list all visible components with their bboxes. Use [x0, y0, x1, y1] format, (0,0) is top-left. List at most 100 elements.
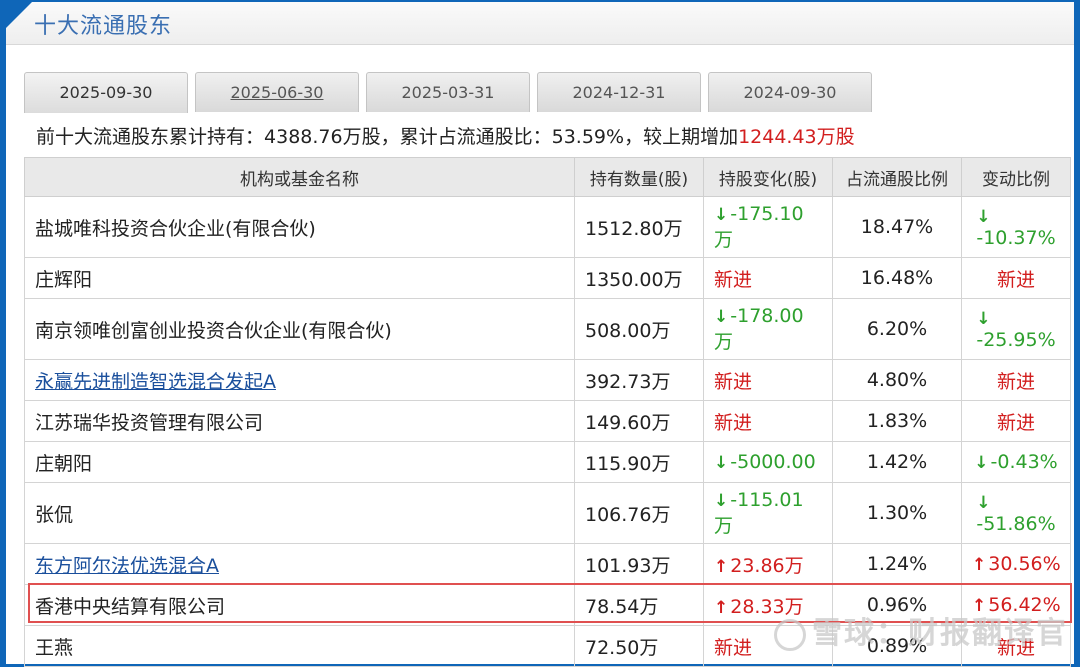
arrow-up-icon: ↑ — [714, 556, 729, 577]
ratio-value: -0.43% — [990, 451, 1058, 473]
cell-change-ratio: ↓ -25.95% — [961, 298, 1071, 360]
header-change: 持股变化(股) — [703, 157, 833, 197]
arrow-down-icon: ↓ — [976, 493, 991, 513]
ratio-value: 新进 — [996, 268, 1035, 291]
table-row: 东方阿尔法优选混合A 101.93万 ↑ 23.86万 1.24% ↑ 30.56% — [24, 543, 1071, 585]
cell-change: ↓ -5000.00 — [703, 441, 833, 483]
arrow-up-icon: ↑ — [714, 597, 729, 618]
holder-name: 王燕 — [35, 636, 74, 659]
cell-holder-name: 南京领唯创富创业投资合伙企业(有限合伙) — [24, 298, 575, 360]
cell-float-pct: 6.20% — [832, 298, 962, 360]
cell-change: ↑ 28.33万 — [703, 584, 833, 626]
title-bar: 十大流通股东 — [6, 2, 1074, 45]
ratio-wrap: ↑ 30.56% — [972, 553, 1061, 575]
ratio-wrap: 新进 — [997, 633, 1035, 660]
tab-2025-06-30[interactable]: 2025-06-30 — [195, 72, 359, 112]
cell-float-pct: 1.83% — [832, 400, 962, 442]
table-row: 王燕 72.50万 新进 0.89% 新进 — [24, 625, 1071, 667]
cell-change-ratio: 新进 — [961, 359, 1071, 401]
summary-change-label: ，较上期增加 — [624, 126, 739, 148]
change-value: 28.33万 — [730, 595, 804, 618]
cell-float-pct: 1.24% — [832, 543, 962, 585]
ratio-wrap: 新进 — [997, 408, 1035, 435]
cell-change: ↓ -115.01万 — [703, 482, 833, 544]
summary-ratio-label: ，累计占流通股比： — [380, 126, 552, 148]
ratio-wrap: ↓ -25.95% — [976, 307, 1055, 351]
ratio-value: 新进 — [996, 636, 1035, 659]
cell-change: 新进 — [703, 400, 833, 442]
ratio-value: 30.56% — [988, 553, 1061, 575]
holder-name: 庄辉阳 — [35, 268, 93, 291]
arrow-down-icon: ↓ — [714, 306, 729, 327]
table-row: 庄朝阳 115.90万 ↓ -5000.00 1.42% ↓ -0.43% — [24, 441, 1071, 483]
cell-change: 新进 — [703, 359, 833, 401]
change-value: -5000.00 — [730, 451, 816, 473]
ratio-wrap: ↓ -10.37% — [976, 205, 1055, 249]
holder-name-link[interactable]: 东方阿尔法优选混合A — [35, 555, 219, 577]
ratio-wrap: 新进 — [997, 367, 1035, 394]
cell-change-ratio: 新进 — [961, 257, 1071, 299]
cell-quantity: 115.90万 — [574, 441, 704, 483]
ratio-wrap: ↓ -0.43% — [974, 451, 1057, 473]
cell-holder-name: 盐城唯科投资合伙企业(有限合伙) — [24, 196, 575, 258]
cell-change: ↓ -175.10万 — [703, 196, 833, 258]
summary-ratio-value: 53.59% — [551, 126, 625, 148]
header-ratio: 变动比例 — [961, 157, 1071, 197]
change-value: 新进 — [714, 411, 753, 434]
cell-change-ratio: ↓ -51.86% — [961, 482, 1071, 544]
cell-float-pct: 16.48% — [832, 257, 962, 299]
cell-holder-name[interactable]: 永赢先进制造智选混合发起A — [24, 359, 575, 401]
ratio-value: -25.95% — [976, 329, 1056, 351]
summary-total-holding: 4388.76万股 — [264, 126, 381, 148]
header-name: 机构或基金名称 — [24, 157, 575, 197]
cell-float-pct: 0.89% — [832, 625, 962, 667]
table-row: 香港中央结算有限公司 78.54万 ↑ 28.33万 0.96% ↑ 56.42% — [24, 584, 1071, 626]
cell-quantity: 106.76万 — [574, 482, 704, 544]
arrow-up-icon: ↑ — [972, 555, 987, 575]
table-row: 永赢先进制造智选混合发起A 392.73万 新进 4.80% 新进 — [24, 359, 1071, 401]
tab-2025-09-30[interactable]: 2025-09-30 — [24, 72, 188, 113]
cell-holder-name: 江苏瑞华投资管理有限公司 — [24, 400, 575, 442]
cell-quantity: 149.60万 — [574, 400, 704, 442]
cell-holder-name: 香港中央结算有限公司 — [24, 584, 575, 626]
cell-quantity: 1350.00万 — [574, 257, 704, 299]
change-value: 新进 — [714, 370, 753, 393]
change-value: 新进 — [714, 268, 753, 291]
holder-name-link[interactable]: 永赢先进制造智选混合发起A — [35, 371, 276, 393]
ratio-value: 新进 — [996, 411, 1035, 434]
ratio-wrap: 新进 — [997, 265, 1035, 292]
holder-name: 张侃 — [35, 503, 74, 526]
cell-float-pct: 0.96% — [832, 584, 962, 626]
arrow-down-icon: ↓ — [976, 207, 991, 227]
cell-float-pct: 18.47% — [832, 196, 962, 258]
cell-change-ratio: 新进 — [961, 625, 1071, 667]
arrow-down-icon: ↓ — [714, 204, 729, 225]
cell-float-pct: 4.80% — [832, 359, 962, 401]
change-value: 23.86万 — [730, 554, 804, 577]
cell-holder-name[interactable]: 东方阿尔法优选混合A — [24, 543, 575, 585]
table-row: 盐城唯科投资合伙企业(有限合伙) 1512.80万 ↓ -175.10万 18.47% ↓… — [24, 196, 1071, 258]
ratio-value: -10.37% — [976, 227, 1056, 249]
holder-name: 香港中央结算有限公司 — [35, 595, 226, 618]
summary-change-value: 1244.43万股 — [738, 126, 855, 148]
summary-prefix: 前十大流通股东累计持有： — [36, 126, 265, 148]
tab-2024-09-30[interactable]: 2024-09-30 — [708, 72, 872, 112]
holder-name: 南京领唯创富创业投资合伙企业(有限合伙) — [35, 319, 392, 342]
cell-change: 新进 — [703, 257, 833, 299]
tab-2024-12-31[interactable]: 2024-12-31 — [537, 72, 701, 112]
arrow-up-icon: ↑ — [972, 596, 987, 616]
holding-summary: 前十大流通股东累计持有：4388.76万股，累计占流通股比：53.59%，较上期… — [36, 122, 855, 149]
holder-name: 江苏瑞华投资管理有限公司 — [35, 411, 264, 434]
cell-quantity: 392.73万 — [574, 359, 704, 401]
cell-float-pct: 1.30% — [832, 482, 962, 544]
ratio-wrap: ↑ 56.42% — [972, 594, 1061, 616]
page-title: 十大流通股东 — [34, 14, 173, 39]
cell-change: ↓ -178.00万 — [703, 298, 833, 360]
change-value: 新进 — [714, 636, 753, 659]
ratio-value: -51.86% — [976, 513, 1056, 535]
tab-2025-03-31[interactable]: 2025-03-31 — [366, 72, 530, 112]
table-header-row: 机构或基金名称 持有数量(股) 持股变化(股) 占流通股比例 变动比例 — [24, 157, 1071, 197]
table-row: 江苏瑞华投资管理有限公司 149.60万 新进 1.83% 新进 — [24, 400, 1071, 442]
arrow-down-icon: ↓ — [976, 309, 991, 329]
cell-holder-name: 王燕 — [24, 625, 575, 667]
